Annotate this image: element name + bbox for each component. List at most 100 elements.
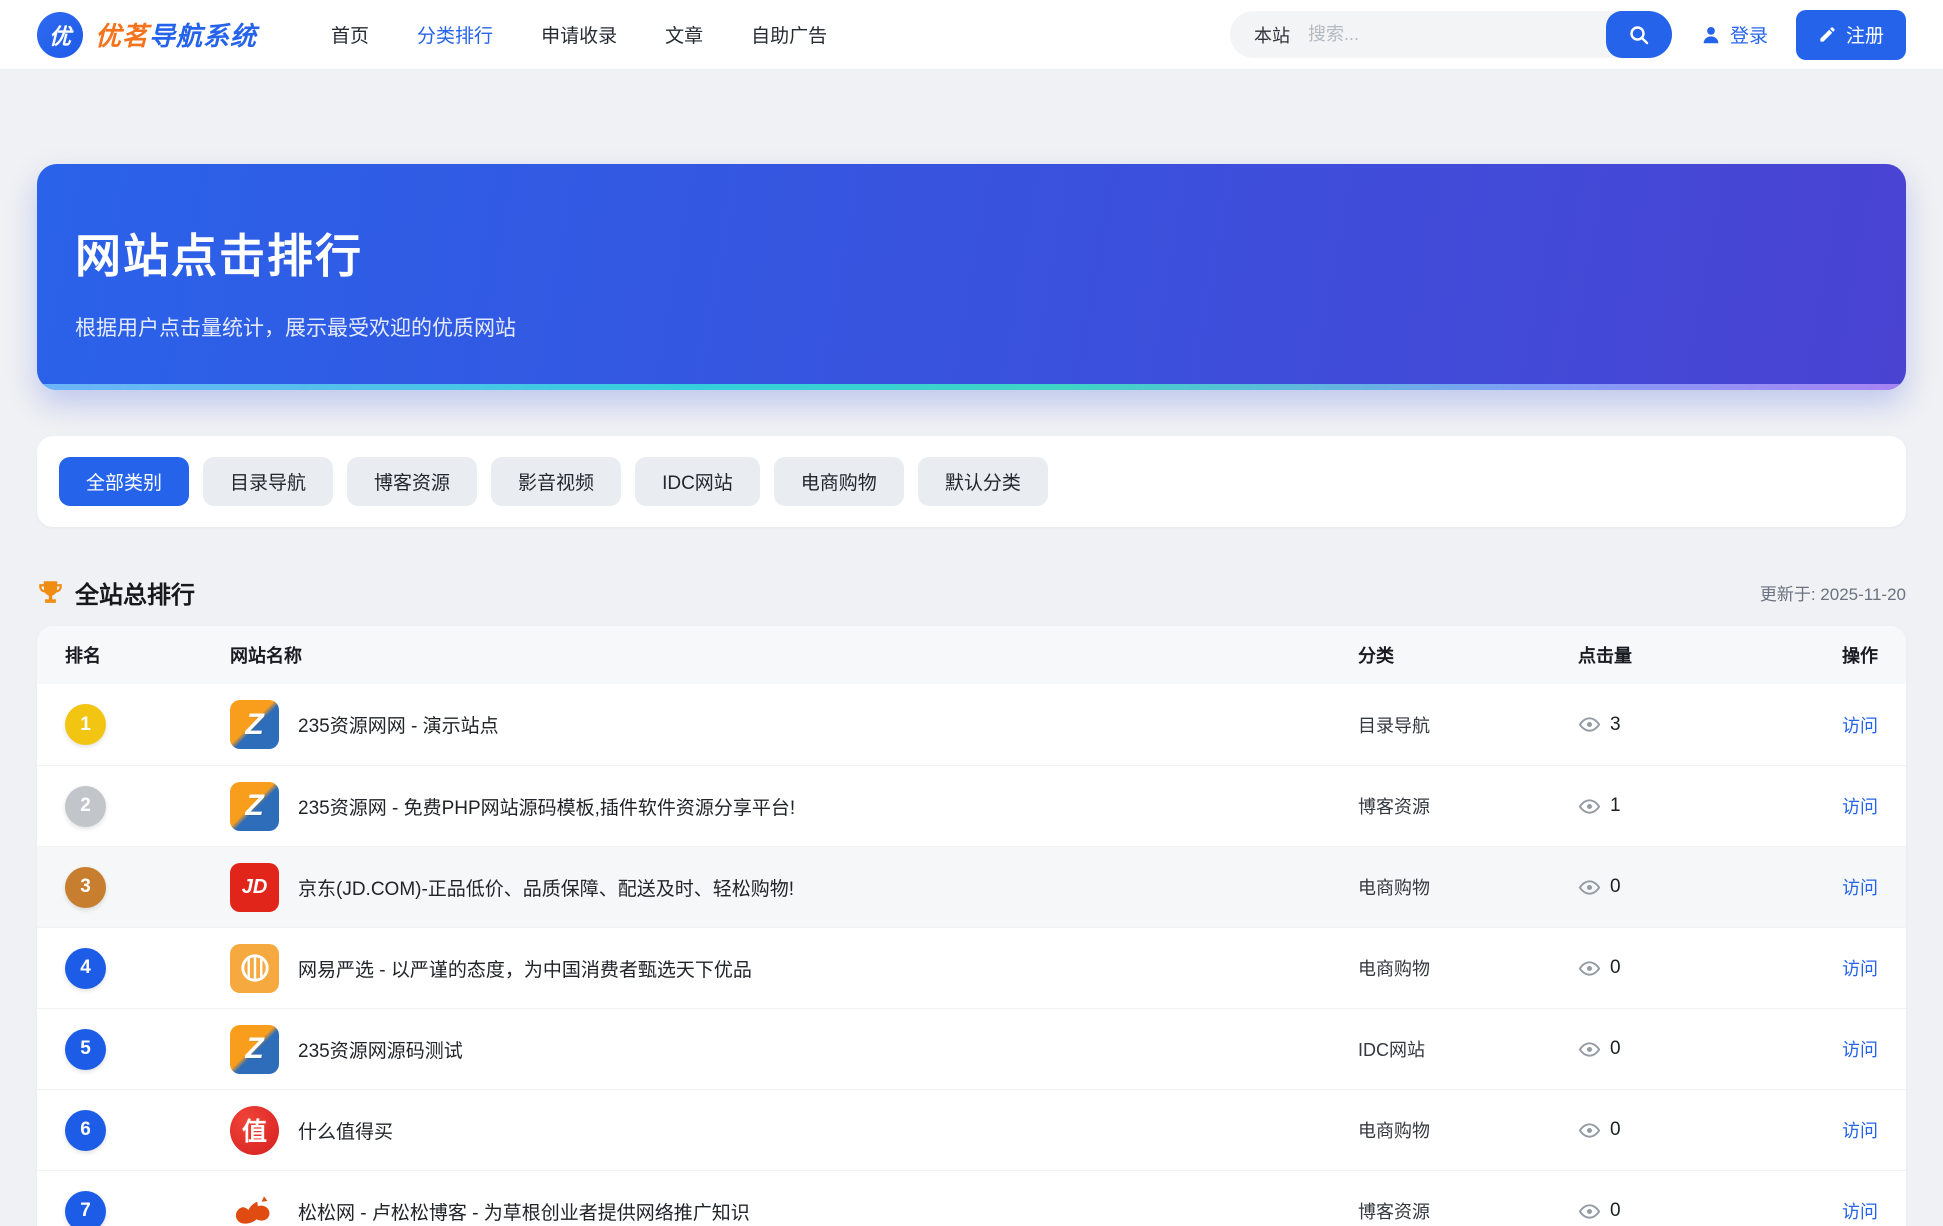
visit-link[interactable]: 访问	[1842, 797, 1878, 817]
click-count: 3	[1610, 714, 1621, 736]
table-body: 1 Z 235资源网网 - 演示站点 目录导航 3	[37, 684, 1906, 1226]
site-favicon: 值	[230, 1106, 279, 1155]
eye-icon	[1578, 876, 1601, 899]
eye-icon	[1578, 1200, 1601, 1223]
site-category: 目录导航	[1358, 712, 1578, 738]
nav-item[interactable]: 申请收录	[541, 21, 617, 48]
search-scope-select[interactable]: 本站	[1230, 22, 1308, 48]
eye-icon	[1578, 795, 1601, 818]
ranking-title: 全站总排行	[37, 575, 195, 610]
rank-badge: 1	[65, 704, 106, 745]
nav-item[interactable]: 首页	[331, 21, 369, 48]
category-filter-bar: 全部类别 目录导航 博客资源 影音视频 IDC网站 电商购物 默认分类	[37, 436, 1906, 527]
trophy-icon	[37, 579, 64, 606]
search-button[interactable]	[1606, 11, 1672, 58]
eye-icon	[1578, 1038, 1601, 1061]
nav-item[interactable]: 分类排行	[417, 21, 493, 48]
visit-link[interactable]: 访问	[1842, 1121, 1878, 1141]
main-nav: 首页 分类排行 申请收录 文章 自助广告	[331, 21, 827, 48]
column-header-clicks: 点击量	[1578, 642, 1778, 668]
last-updated-text: 更新于: 2025-11-20	[1760, 580, 1906, 605]
ranking-section-header: 全站总排行 更新于: 2025-11-20	[37, 575, 1906, 610]
site-favicon: Z	[230, 700, 279, 749]
click-count: 0	[1610, 876, 1621, 898]
visit-link[interactable]: 访问	[1842, 959, 1878, 979]
table-row[interactable]: 2 Z 235资源网 - 免费PHP网站源码模板,插件软件资源分享平台! 博客资…	[37, 765, 1906, 846]
eye-icon	[1578, 713, 1601, 736]
column-header-name: 网站名称	[230, 642, 1358, 668]
category-filter-pill[interactable]: 目录导航	[203, 457, 333, 506]
yanxuan-logo-icon	[238, 951, 272, 985]
category-filter-pill[interactable]: IDC网站	[635, 457, 760, 506]
click-count: 0	[1610, 1119, 1621, 1141]
site-favicon	[230, 944, 279, 993]
category-filter-pill[interactable]: 全部类别	[59, 457, 189, 506]
hero-banner: 网站点击排行 根据用户点击量统计，展示最受欢迎的优质网站	[37, 164, 1906, 390]
click-count: 0	[1610, 1038, 1621, 1060]
fox-logo-icon	[232, 1188, 278, 1226]
click-count: 1	[1610, 795, 1621, 817]
search-input[interactable]	[1308, 24, 1606, 45]
site-favicon	[230, 1187, 279, 1226]
site-name: 京东(JD.COM)-正品低价、品质保障、配送及时、轻松购物!	[298, 874, 794, 901]
header-actions: 本站 登录 注册	[1230, 10, 1906, 60]
rank-badge: 7	[65, 1191, 106, 1226]
site-category: 电商购物	[1358, 874, 1578, 900]
register-button[interactable]: 注册	[1796, 10, 1906, 60]
eye-icon	[1578, 1119, 1601, 1142]
rank-badge: 2	[65, 786, 106, 827]
site-favicon: JD	[230, 863, 279, 912]
table-row[interactable]: 5 Z 235资源网源码测试 IDC网站 0	[37, 1008, 1906, 1089]
table-header-row: 排名 网站名称 分类 点击量 操作	[37, 626, 1906, 684]
search-bar: 本站	[1230, 11, 1672, 58]
site-category: 电商购物	[1358, 955, 1578, 981]
column-header-category: 分类	[1358, 642, 1578, 668]
click-count: 0	[1610, 1200, 1621, 1222]
click-count: 0	[1610, 957, 1621, 979]
column-header-rank: 排名	[65, 642, 230, 668]
category-filter-pill[interactable]: 博客资源	[347, 457, 477, 506]
login-button[interactable]: 登录	[1700, 21, 1768, 48]
visit-link[interactable]: 访问	[1842, 1040, 1878, 1060]
table-row[interactable]: 6 值 什么值得买 电商购物 0	[37, 1089, 1906, 1170]
rank-badge: 3	[65, 867, 106, 908]
site-name: 什么值得买	[298, 1117, 393, 1144]
site-category: 博客资源	[1358, 1198, 1578, 1224]
table-row[interactable]: 4 网易严选 - 以严谨的态度，为中国消费者甄选天下优品 电商购物 0	[37, 927, 1906, 1008]
logo-mark-icon: 优	[37, 12, 83, 58]
eye-icon	[1578, 957, 1601, 980]
ranking-table: 排名 网站名称 分类 点击量 操作 1 Z	[37, 626, 1906, 1226]
site-name: 235资源网 - 免费PHP网站源码模板,插件软件资源分享平台!	[298, 793, 795, 820]
top-navbar: 优 优茗导航系统 首页 分类排行 申请收录 文章 自助广告 本站 登录	[0, 0, 1943, 70]
nav-item[interactable]: 文章	[665, 21, 703, 48]
site-favicon: Z	[230, 782, 279, 831]
site-category: IDC网站	[1358, 1036, 1578, 1062]
site-name: 网易严选 - 以严谨的态度，为中国消费者甄选天下优品	[298, 955, 752, 982]
logo-text: 优茗导航系统	[95, 16, 257, 53]
site-category: 博客资源	[1358, 793, 1578, 819]
visit-link[interactable]: 访问	[1842, 878, 1878, 898]
site-logo[interactable]: 优 优茗导航系统	[37, 12, 257, 58]
page-subtitle: 根据用户点击量统计，展示最受欢迎的优质网站	[75, 312, 1866, 342]
category-filter-pill[interactable]: 影音视频	[491, 457, 621, 506]
category-filter-pill[interactable]: 默认分类	[918, 457, 1048, 506]
visit-link[interactable]: 访问	[1842, 1202, 1878, 1222]
site-name: 松松网 - 卢松松博客 - 为草根创业者提供网络推广知识	[298, 1198, 750, 1225]
nav-item[interactable]: 自助广告	[751, 21, 827, 48]
site-name: 235资源网源码测试	[298, 1036, 463, 1063]
column-header-action: 操作	[1778, 642, 1878, 668]
table-row[interactable]: 1 Z 235资源网网 - 演示站点 目录导航 3	[37, 684, 1906, 765]
rank-badge: 5	[65, 1029, 106, 1070]
site-favicon: Z	[230, 1025, 279, 1074]
visit-link[interactable]: 访问	[1842, 716, 1878, 736]
search-icon	[1627, 23, 1651, 47]
site-category: 电商购物	[1358, 1117, 1578, 1143]
pencil-icon	[1818, 25, 1837, 44]
rank-badge: 4	[65, 948, 106, 989]
table-row[interactable]: 7 松松网 - 卢松松博客 - 为草根创业者提供网络推广知识 博客资源 0	[37, 1170, 1906, 1226]
category-filter-pill[interactable]: 电商购物	[774, 457, 904, 506]
user-icon	[1700, 24, 1722, 46]
page-title: 网站点击排行	[75, 220, 1866, 286]
table-row[interactable]: 3 JD 京东(JD.COM)-正品低价、品质保障、配送及时、轻松购物! 电商购…	[37, 846, 1906, 927]
site-name: 235资源网网 - 演示站点	[298, 711, 499, 738]
